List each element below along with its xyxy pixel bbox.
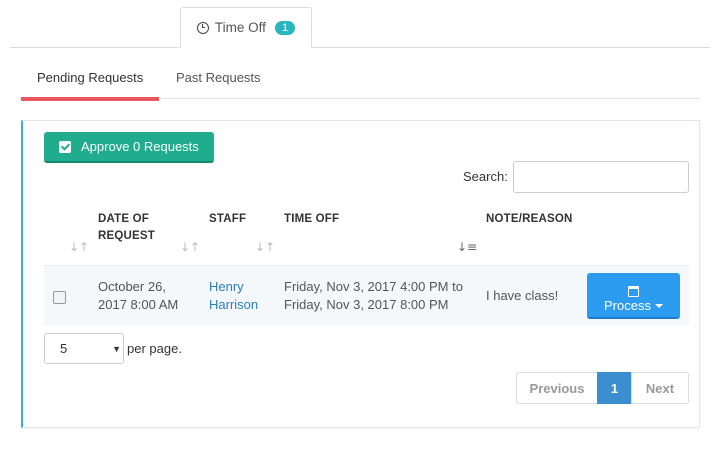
tab-past-requests[interactable]: Past Requests <box>176 70 261 85</box>
sort-icon[interactable]: ↓↑ <box>69 240 89 254</box>
date-line-2: 2017 8:00 AM <box>98 297 179 312</box>
note-cell: I have class! <box>486 288 559 303</box>
row-select-checkbox[interactable] <box>53 291 66 304</box>
active-tab-indicator <box>21 97 159 101</box>
staff-last-name: Harrison <box>209 297 259 312</box>
column-header-staff[interactable]: STAFF <box>209 211 246 228</box>
sort-date-icon[interactable]: ↓↑ <box>180 240 200 254</box>
tab-time-off-label: Time Off <box>214 20 266 35</box>
per-page-value: 5 <box>60 341 68 356</box>
time-off-cell: Friday, Nov 3, 2017 4:00 PM to Friday, N… <box>284 278 463 314</box>
previous-page-button[interactable]: Previous <box>516 372 598 404</box>
top-tab-bar-line <box>10 47 710 48</box>
column-header-note: NOTE/REASON <box>486 213 573 225</box>
per-page-label: per page. <box>127 341 182 356</box>
time-off-line-2: Friday, Nov 3, 2017 8:00 PM <box>284 297 449 312</box>
next-page-button[interactable]: Next <box>631 372 689 404</box>
clock-icon <box>196 21 209 34</box>
search-label: Search: <box>463 169 508 184</box>
sort-time-off-icon[interactable]: ↓≡ <box>457 240 477 254</box>
page-1-button[interactable]: 1 <box>597 372 632 404</box>
time-off-count-badge: 1 <box>274 20 296 35</box>
approve-requests-label: Approve 0 Requests <box>81 139 199 154</box>
staff-first-name: Henry <box>209 279 244 294</box>
search-input[interactable] <box>513 161 689 193</box>
sort-staff-icon[interactable]: ↓↑ <box>255 240 275 254</box>
date-line-1: October 26, <box>98 279 166 294</box>
tab-pending-requests[interactable]: Pending Requests <box>37 70 143 85</box>
tab-time-off[interactable]: Time Off 1 <box>180 7 312 48</box>
dropdown-arrow-icon: ▼ <box>112 344 121 354</box>
date-of-request-cell: October 26, 2017 8:00 AM <box>98 278 178 314</box>
check-square-icon <box>59 140 71 153</box>
column-header-date[interactable]: DATE OF REQUEST <box>98 211 168 245</box>
column-header-time-off[interactable]: TIME OFF <box>284 211 339 228</box>
time-off-line-1: Friday, Nov 3, 2017 4:00 PM to <box>284 279 463 294</box>
calendar-icon <box>628 285 639 297</box>
caret-down-icon <box>654 304 663 309</box>
per-page-select[interactable]: 5 ▼ <box>44 333 124 364</box>
approve-requests-button[interactable]: Approve 0 Requests <box>44 132 214 163</box>
process-label: Process <box>604 297 651 313</box>
process-button[interactable]: Process <box>587 273 680 319</box>
staff-name-link[interactable]: Henry Harrison <box>209 278 258 314</box>
